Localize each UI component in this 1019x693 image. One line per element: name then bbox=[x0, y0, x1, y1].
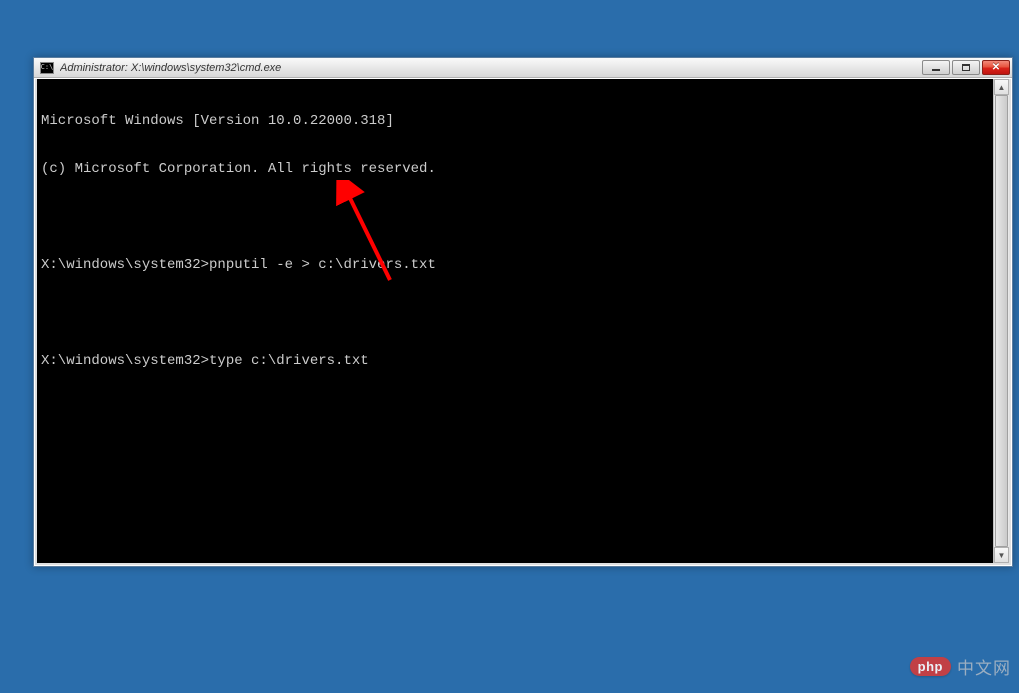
maximize-button[interactable] bbox=[952, 60, 980, 75]
cmd-icon: C:\ bbox=[40, 62, 54, 74]
terminal-line: X:\windows\system32>type c:\drivers.txt bbox=[41, 353, 989, 369]
window-title: Administrator: X:\windows\system32\cmd.e… bbox=[60, 62, 922, 74]
titlebar[interactable]: C:\ Administrator: X:\windows\system32\c… bbox=[34, 58, 1012, 78]
terminal-line bbox=[41, 209, 989, 225]
terminal-line: (c) Microsoft Corporation. All rights re… bbox=[41, 161, 989, 177]
scroll-down-button[interactable]: ▼ bbox=[994, 547, 1009, 563]
maximize-icon bbox=[962, 64, 970, 71]
minimize-button[interactable] bbox=[922, 60, 950, 75]
terminal-output[interactable]: Microsoft Windows [Version 10.0.22000.31… bbox=[37, 79, 993, 563]
scrollbar[interactable]: ▲ ▼ bbox=[993, 79, 1009, 563]
watermark-text: 中文网 bbox=[957, 654, 1011, 679]
close-icon: ✕ bbox=[992, 63, 1000, 73]
scroll-track[interactable] bbox=[994, 95, 1009, 547]
terminal-line bbox=[41, 305, 989, 321]
scroll-thumb[interactable] bbox=[995, 95, 1008, 547]
close-button[interactable]: ✕ bbox=[982, 60, 1010, 75]
scroll-up-button[interactable]: ▲ bbox=[994, 79, 1009, 95]
terminal-area: Microsoft Windows [Version 10.0.22000.31… bbox=[35, 79, 1011, 565]
terminal-line: Microsoft Windows [Version 10.0.22000.31… bbox=[41, 113, 989, 129]
watermark: php 中文网 bbox=[910, 654, 1011, 679]
minimize-icon bbox=[932, 69, 940, 71]
terminal-line: X:\windows\system32>pnputil -e > c:\driv… bbox=[41, 257, 989, 273]
watermark-badge: php bbox=[910, 657, 951, 676]
window-controls: ✕ bbox=[922, 60, 1010, 75]
cmd-window: C:\ Administrator: X:\windows\system32\c… bbox=[33, 57, 1013, 567]
